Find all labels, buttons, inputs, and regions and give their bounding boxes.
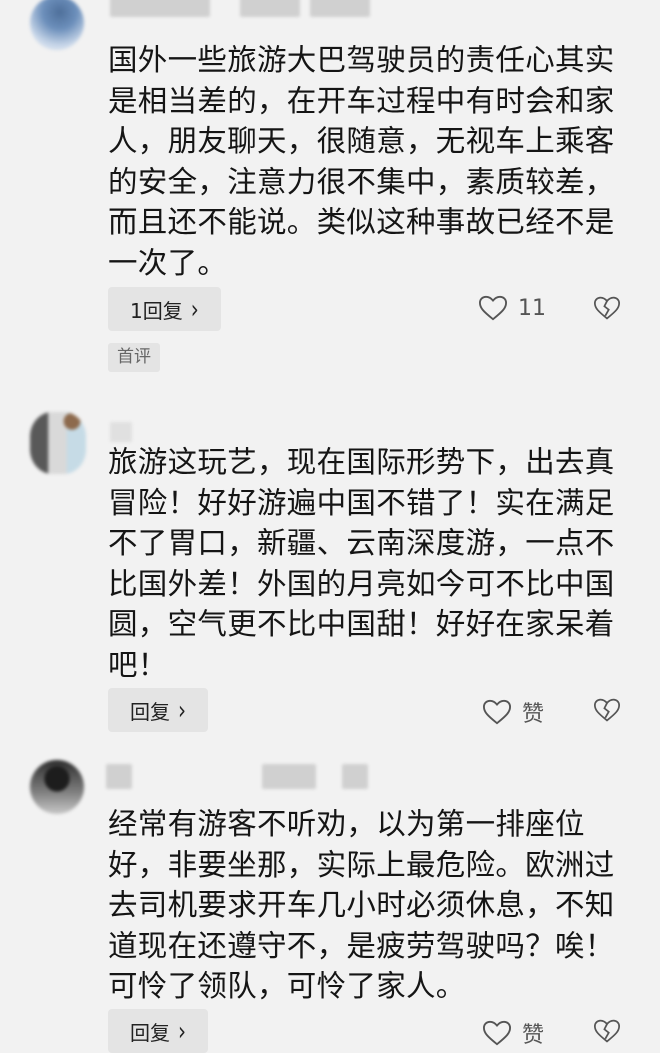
avatar[interactable]	[30, 760, 84, 814]
dislike-button[interactable]	[593, 1018, 621, 1044]
username-blurred[interactable]	[110, 422, 132, 442]
comment-text: 国外一些旅游大巴驾驶员的责任心其实是相当差的，在开车过程中有时会和家人，朋友聊天…	[108, 43, 615, 280]
like-count: 11	[518, 295, 546, 321]
avatar[interactable]	[30, 412, 86, 474]
heart-outline-icon	[482, 699, 512, 725]
username-blurred	[240, 0, 300, 17]
like-button[interactable]: 11	[478, 294, 546, 322]
username-blurred	[342, 764, 368, 789]
comment-text: 经常有游客不听劝，以为第一排座位好，非要坐那，实际上最危险。欧洲过去司机要求开车…	[108, 807, 615, 1003]
first-comment-tag: 首评	[108, 343, 160, 372]
avatar[interactable]	[30, 0, 84, 50]
username-blurred[interactable]	[106, 764, 132, 789]
reply-label: 1回复	[130, 298, 183, 323]
username-blurred	[262, 764, 316, 789]
like-label: 赞	[522, 702, 545, 727]
broken-heart-icon	[593, 698, 621, 722]
broken-heart-icon	[593, 296, 621, 320]
comment-text: 旅游这玩艺，现在国际形势下，出去真冒险！好好游遍中国不错了！实在满足不了胃口，新…	[108, 445, 615, 682]
reply-label: 回复	[130, 1020, 170, 1045]
like-button[interactable]: 赞	[482, 696, 544, 728]
dislike-button[interactable]	[593, 295, 621, 321]
username-blurred[interactable]	[110, 0, 210, 17]
chevron-right-icon: ›	[178, 694, 186, 726]
like-label: 赞	[522, 1023, 545, 1048]
reply-label: 回复	[130, 699, 170, 724]
username-blurred	[310, 0, 370, 17]
reply-button[interactable]: 回复 ›	[108, 688, 208, 732]
heart-outline-icon	[478, 295, 508, 321]
like-button[interactable]: 赞	[482, 1017, 544, 1049]
reply-button[interactable]: 1回复 ›	[108, 287, 221, 331]
chevron-right-icon: ›	[190, 293, 199, 325]
broken-heart-icon	[593, 1019, 621, 1043]
reply-button[interactable]: 回复 ›	[108, 1009, 208, 1053]
heart-outline-icon	[482, 1020, 512, 1046]
chevron-right-icon: ›	[178, 1015, 186, 1047]
dislike-button[interactable]	[593, 697, 621, 723]
